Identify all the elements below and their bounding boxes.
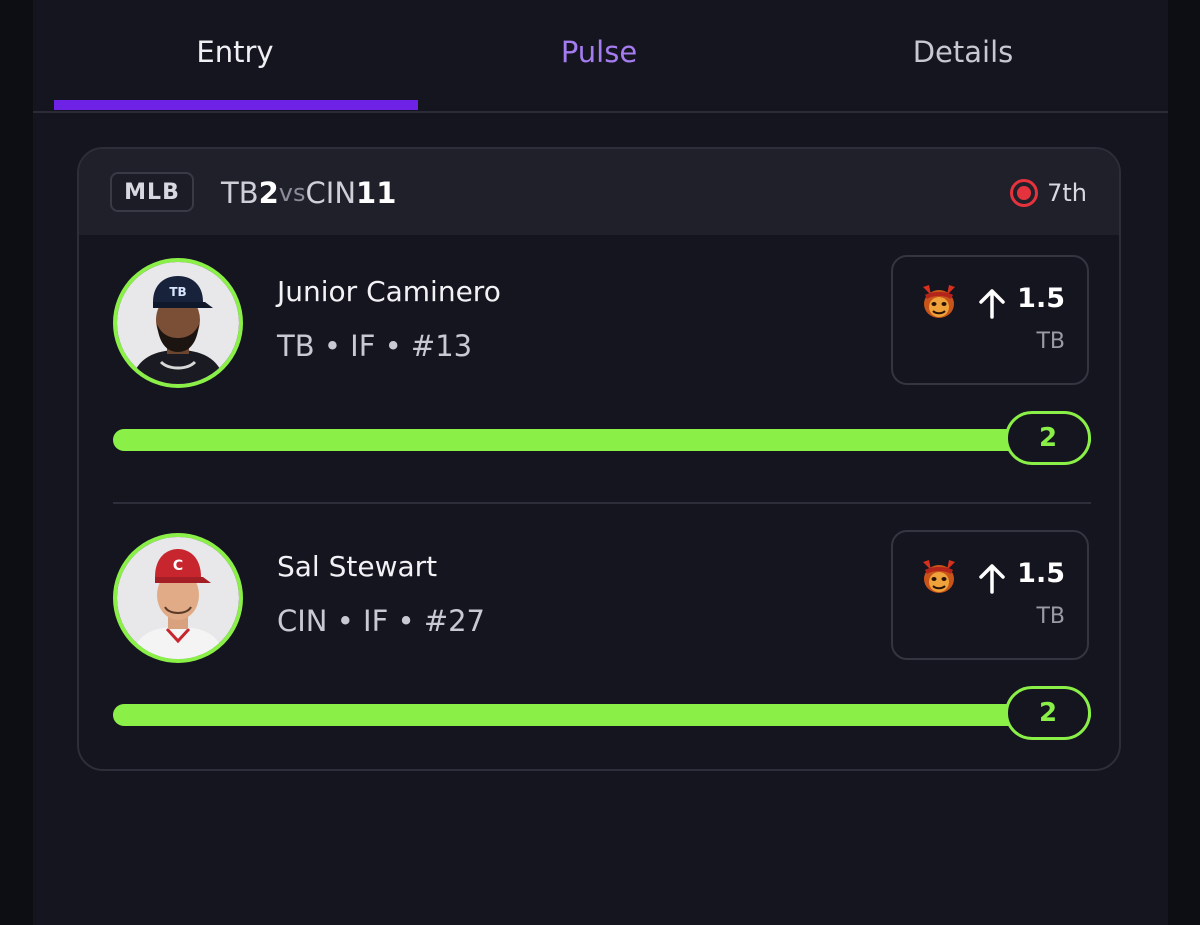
player-name: Sal Stewart [277,550,438,583]
player-avatar: TB [113,258,243,388]
game-score: TB 2 vs CIN 11 [221,171,396,215]
vs-label: vs [278,179,306,207]
pick-card[interactable]: 1.5 TB [891,255,1089,385]
player-row[interactable]: C Sal Stewart CIN • IF • #27 1.5 TB 2 [79,510,1119,769]
tab-entry[interactable]: Entry [53,0,417,111]
live-record-icon [1009,178,1039,208]
away-score: 2 [258,176,279,210]
player-meta: CIN • IF • #27 [277,604,486,638]
active-tab-indicator [54,100,418,110]
arrow-up-icon [977,287,1007,319]
progress-value: 2 [1005,411,1091,465]
player-row[interactable]: TB Junior Caminero TB • IF • #13 1.5 TB … [79,235,1119,495]
progress-value: 2 [1005,686,1091,740]
player-avatar: C [113,533,243,663]
game-card: MLB TB 2 vs CIN 11 7th TB Junior Caminer… [77,147,1121,771]
home-team: CIN [305,176,357,210]
line-value: 1.5 [1017,558,1065,589]
progress-bar [113,704,1091,726]
pick-card[interactable]: 1.5 TB [891,530,1089,660]
tab-details[interactable]: Details [781,0,1145,111]
line-value: 1.5 [1017,283,1065,314]
home-score: 11 [356,176,397,210]
league-badge: MLB [110,172,194,212]
player-meta: TB • IF • #13 [277,329,473,363]
game-header: MLB TB 2 vs CIN 11 7th [79,149,1119,235]
progress-bar [113,429,1091,451]
line-team: TB [1036,329,1065,354]
inning-label: 7th [1047,179,1087,207]
tab-pulse[interactable]: Pulse [417,0,781,111]
row-divider [113,502,1091,504]
progress-fill [113,704,1091,726]
live-status: 7th [1009,173,1087,213]
progress-fill [113,429,1091,451]
line-team: TB [1036,604,1065,629]
away-team: TB [221,176,259,210]
tab-bar: Entry Pulse Details [33,0,1168,113]
demon-icon [919,556,959,596]
arrow-up-icon [977,562,1007,594]
entry-panel: Entry Pulse Details MLB TB 2 vs CIN 11 7… [33,0,1168,925]
svg-text:TB: TB [169,285,186,299]
player-name: Junior Caminero [277,275,501,308]
demon-icon [919,281,959,321]
svg-text:C: C [173,558,183,574]
